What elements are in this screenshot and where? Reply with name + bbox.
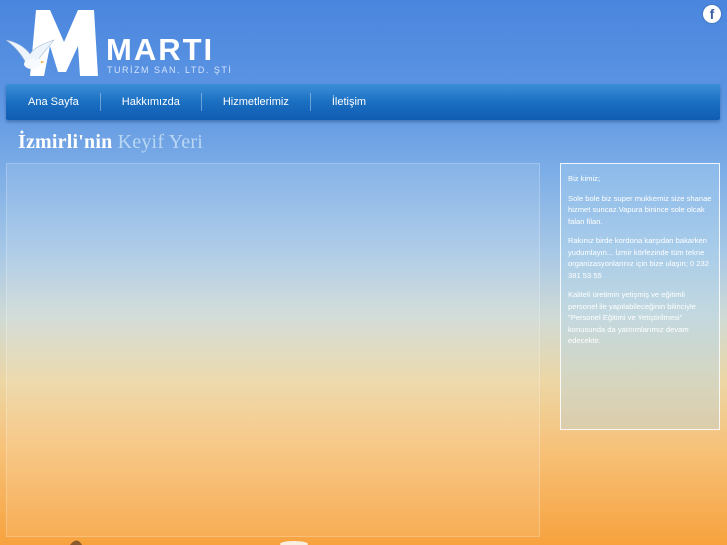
nav-item-hakkimizda[interactable]: Hakkımızda xyxy=(101,84,201,120)
main-nav: Ana Sayfa Hakkımızda Hizmetlerimiz İleti… xyxy=(6,84,720,120)
nav-item-hizmetlerimiz[interactable]: Hizmetlerimiz xyxy=(202,84,310,120)
nav-item-ana-sayfa[interactable]: Ana Sayfa xyxy=(6,84,100,120)
nav-item-iletisim[interactable]: İletişim xyxy=(311,84,387,120)
page-heading: İzmirli'nin Keyif Yeri xyxy=(18,131,203,154)
facebook-icon[interactable]: f xyxy=(703,5,721,23)
sidebar-paragraph: Kaliteli üretimin yetişmiş ve eğitimli p… xyxy=(568,290,696,345)
brand-subtitle: TURİZM SAN. LTD. ŞTİ xyxy=(107,65,233,75)
footer-decoration xyxy=(70,540,308,545)
sidebar-paragraph: Rakınız birde kordona karşıdan bakarken … xyxy=(568,236,709,280)
main-content-panel xyxy=(6,163,540,537)
brand-name: MARTI xyxy=(106,32,215,67)
heading-part2: Keyif Yeri xyxy=(117,131,203,153)
heading-part1: İzmirli'nin xyxy=(18,131,113,153)
brand-logo[interactable]: MARTI TURİZM SAN. LTD. ŞTİ xyxy=(6,6,242,82)
sidebar-title: Biz kimiz; xyxy=(568,174,601,183)
seagull-m-logo-icon xyxy=(6,10,98,76)
about-sidebar: Biz kimiz; Sole bole biz super mukkemiz … xyxy=(560,163,720,430)
sidebar-paragraph: Sole bole biz super mukkemiz size shanae… xyxy=(568,193,712,226)
